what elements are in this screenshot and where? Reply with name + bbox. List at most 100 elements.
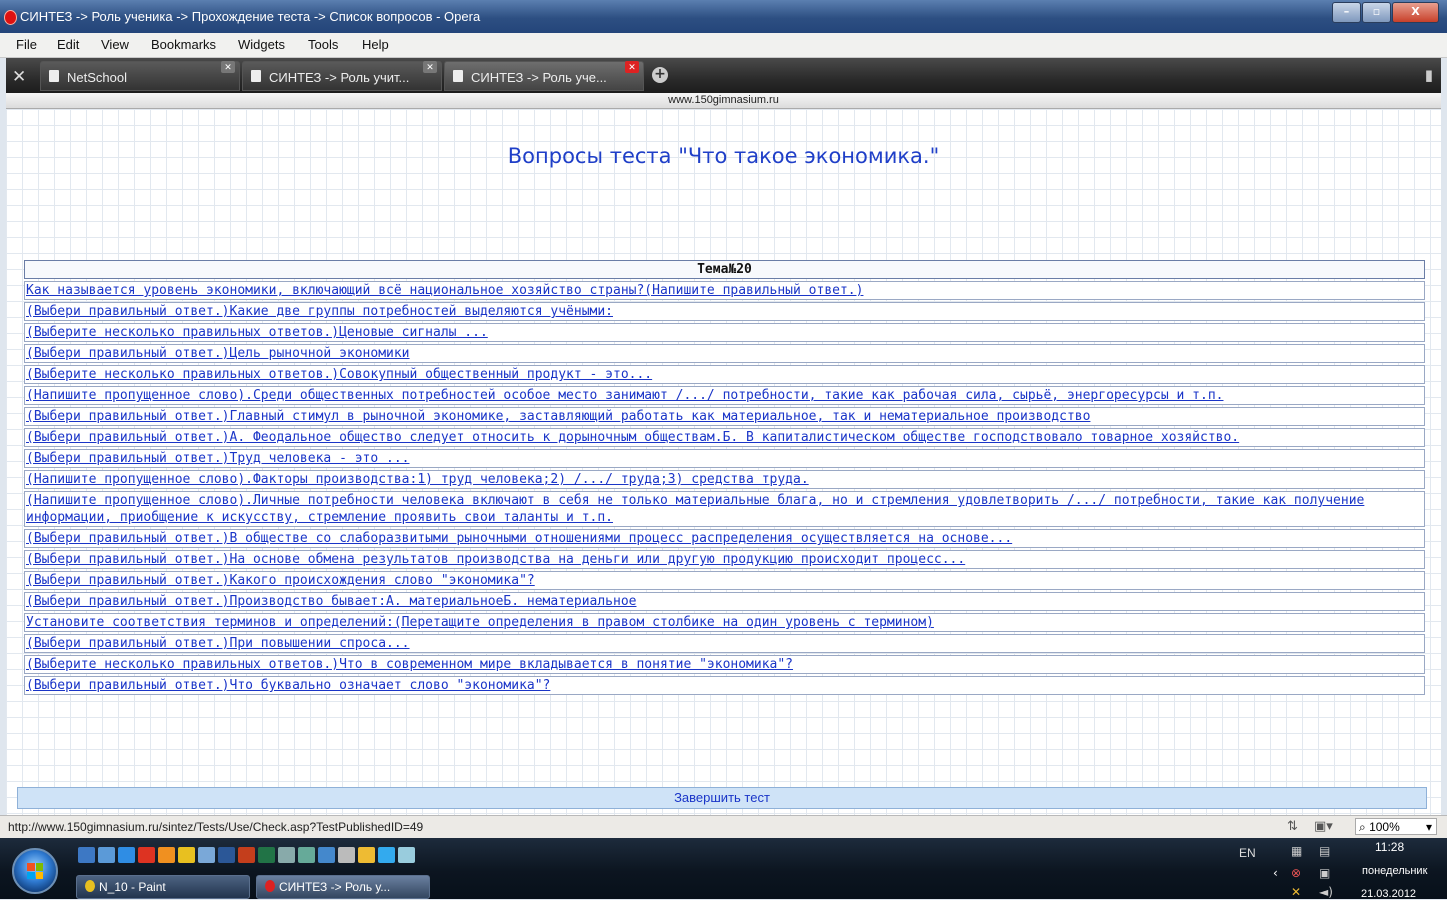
question-link[interactable]: (Выбери правильный ответ.)Какого происхо… — [26, 573, 535, 588]
close-tab-icon[interactable]: ✕ — [221, 61, 235, 73]
question-link[interactable]: (Выбери правильный ответ.)Производство б… — [26, 594, 636, 609]
menu-help[interactable]: Help — [362, 37, 389, 52]
page-icon — [251, 70, 261, 82]
app-icon[interactable] — [298, 847, 315, 863]
app-icon[interactable] — [378, 847, 395, 863]
trash-icon[interactable]: ▮ — [1425, 66, 1433, 84]
table-row: (Выбери правильный ответ.)В обществе со … — [24, 529, 1425, 548]
window-title: СИНТЕЗ -> Роль ученика -> Прохождение те… — [20, 9, 481, 24]
tray-app-icon[interactable]: ✕ — [1291, 885, 1301, 899]
quick-launch — [78, 847, 418, 863]
menu-bar: File Edit View Bookmarks Widgets Tools H… — [0, 33, 1447, 58]
menu-edit[interactable]: Edit — [57, 37, 79, 52]
table-row: (Выбери правильный ответ.)Что буквально … — [24, 676, 1425, 695]
question-link[interactable]: (Выбери правильный ответ.)Труд человека … — [26, 451, 410, 466]
question-link[interactable]: (Выберите несколько правильных ответов.)… — [26, 657, 793, 672]
minimize-button[interactable]: – — [1332, 2, 1361, 23]
table-row: Как называется уровень экономики, включа… — [24, 281, 1425, 300]
ie-icon[interactable] — [118, 847, 135, 863]
menu-widgets[interactable]: Widgets — [238, 37, 285, 52]
menu-view[interactable]: View — [101, 37, 129, 52]
network-tray-icon[interactable]: ▦ — [1291, 844, 1302, 858]
question-link[interactable]: (Выбери правильный ответ.)Что буквально … — [26, 678, 550, 693]
question-link[interactable]: Как называется уровень экономики, включа… — [26, 283, 863, 298]
word-icon[interactable] — [218, 847, 235, 863]
page-title: Вопросы теста "Что такое экономика." — [507, 144, 940, 168]
app-icon[interactable] — [278, 847, 295, 863]
media-icon[interactable] — [158, 847, 175, 863]
opera-icon[interactable] — [138, 847, 155, 863]
question-link[interactable]: (Выбери правильный ответ.)При повышении … — [26, 636, 410, 651]
question-link[interactable]: (Напишите пропущенное слово).Среди общес… — [26, 388, 1223, 403]
tools-icon[interactable]: ✕ — [12, 67, 26, 87]
magnifier-icon: ⌕ — [1359, 820, 1366, 834]
question-link[interactable]: (Выбери правильный ответ.)В обществе со … — [26, 531, 1012, 546]
network-status-icon[interactable]: ▣ — [1319, 866, 1330, 880]
question-link[interactable]: (Выбери правильный ответ.)Какие две груп… — [26, 304, 613, 319]
question-link[interactable]: (Выберите несколько правильных ответов.)… — [26, 367, 652, 382]
table-row: (Выбери правильный ответ.)На основе обме… — [24, 550, 1425, 569]
tab-sintez-student[interactable]: СИНТЕЗ -> Роль уче... ✕ — [444, 61, 644, 91]
question-link[interactable]: (Выбери правильный ответ.)А. Феодальное … — [26, 430, 1239, 445]
app-icon[interactable] — [338, 847, 355, 863]
task-label: N_10 - Paint — [99, 880, 166, 894]
table-row: (Напишите пропущенное слово).Среди общес… — [24, 386, 1425, 405]
table-row: (Напишите пропущенное слово).Личные потр… — [24, 491, 1425, 527]
status-url: http://www.150gimnasium.ru/sintez/Tests/… — [8, 820, 424, 834]
close-button[interactable]: X — [1392, 2, 1439, 23]
network-icon[interactable]: ⇅ — [1287, 819, 1298, 834]
opera-icon — [265, 880, 275, 892]
tab-sintez-teacher[interactable]: СИНТЕЗ -> Роль учит... ✕ — [242, 61, 442, 91]
question-link[interactable]: (Напишите пропущенное слово).Личные потр… — [26, 493, 1364, 525]
table-row: (Выбери правильный ответ.)При повышении … — [24, 634, 1425, 653]
question-link[interactable]: (Напишите пропущенное слово).Факторы про… — [26, 472, 809, 487]
task-opera[interactable]: СИНТЕЗ -> Роль у... — [256, 875, 430, 899]
security-alert-icon[interactable]: ⊗ — [1291, 866, 1301, 880]
table-row: (Выбери правильный ответ.)Какие две груп… — [24, 302, 1425, 321]
task-paint[interactable]: N_10 - Paint — [76, 875, 250, 899]
camera-icon[interactable]: ▣▾ — [1314, 819, 1333, 834]
app-icon[interactable] — [398, 847, 415, 863]
maximize-button[interactable]: ▫ — [1362, 2, 1391, 23]
clock-day: понедельник — [1362, 865, 1428, 877]
question-link[interactable]: Установите соответствия терминов и опред… — [26, 615, 934, 630]
question-link[interactable]: (Выбери правильный ответ.)Главный стимул… — [26, 409, 1090, 424]
powerpoint-icon[interactable] — [238, 847, 255, 863]
chevron-left-icon[interactable]: ‹ — [1273, 866, 1278, 880]
menu-tools[interactable]: Tools — [308, 37, 338, 52]
clock-time[interactable]: 11:28 — [1375, 840, 1404, 854]
question-link[interactable]: (Выбери правильный ответ.)Цель рыночной … — [26, 346, 410, 361]
close-tab-icon[interactable]: ✕ — [423, 61, 437, 73]
device-tray-icon[interactable]: ▤ — [1319, 844, 1330, 858]
paint-icon[interactable] — [198, 847, 215, 863]
tab-netschool[interactable]: NetSchool ✕ — [40, 61, 240, 91]
volume-icon[interactable]: ◄) — [1319, 885, 1333, 899]
window-controls: – ▫ X — [1331, 2, 1439, 23]
new-tab-icon[interactable]: + — [652, 67, 668, 83]
windows-logo-icon — [27, 863, 43, 879]
excel-icon[interactable] — [258, 847, 275, 863]
close-tab-icon[interactable]: ✕ — [625, 61, 639, 73]
start-button[interactable] — [12, 848, 58, 894]
table-row: (Выбери правильный ответ.)Главный стимул… — [24, 407, 1425, 426]
status-bar: http://www.150gimnasium.ru/sintez/Tests/… — [0, 815, 1447, 839]
folder-icon[interactable] — [178, 847, 195, 863]
app-icon[interactable] — [318, 847, 335, 863]
table-row: (Выбери правильный ответ.)Производство б… — [24, 592, 1425, 611]
switch-windows-icon[interactable] — [98, 847, 115, 863]
page-icon — [453, 70, 463, 82]
question-link[interactable]: (Выбери правильный ответ.)На основе обме… — [26, 552, 965, 567]
zoom-select[interactable]: ⌕ 100% ▾ — [1355, 818, 1437, 835]
table-row: (Выберите несколько правильных ответов.)… — [24, 323, 1425, 342]
show-desktop-icon[interactable] — [78, 847, 95, 863]
language-indicator[interactable]: EN — [1239, 846, 1256, 860]
table-row: (Напишите пропущенное слово).Факторы про… — [24, 470, 1425, 489]
app-icon[interactable] — [358, 847, 375, 863]
address-display[interactable]: www.150gimnasium.ru — [6, 93, 1441, 109]
question-link[interactable]: (Выберите несколько правильных ответов.)… — [26, 325, 488, 340]
menu-bookmarks[interactable]: Bookmarks — [151, 37, 216, 52]
menu-file[interactable]: File — [16, 37, 37, 52]
page-icon — [49, 70, 59, 82]
finish-test-button[interactable]: Завершить тест — [17, 787, 1427, 809]
tab-label: СИНТЕЗ -> Роль учит... — [269, 70, 410, 85]
